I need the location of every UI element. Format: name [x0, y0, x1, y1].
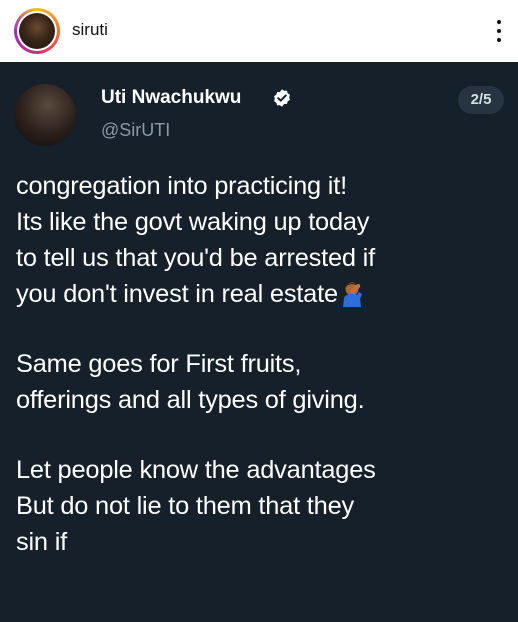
tweet-text: congregation into practicing it! Its lik…	[16, 168, 511, 560]
tweet-line-text: you don't invest in real estate	[16, 280, 338, 308]
verified-badge-icon	[274, 89, 290, 107]
tweet-author-name[interactable]: Uti Nwachukwu	[101, 87, 241, 109]
more-dot	[497, 20, 501, 24]
tweet-line: sin if	[16, 528, 68, 556]
tweet-card: Uti Nwachukwu @SirUTI 2/5 congregation i…	[0, 62, 518, 622]
post-header: siruti	[0, 0, 518, 62]
more-vertical-icon[interactable]	[494, 16, 504, 46]
tweet-line-with-emoji: you don't invest in real estate	[16, 276, 511, 312]
tweet-line: to tell us that you'd be arrested if	[16, 244, 375, 272]
tweet-line: Its like the govt waking up today	[16, 208, 370, 236]
tweet-line: Let people know the advantages	[16, 456, 376, 484]
more-dot	[497, 29, 501, 33]
post-username[interactable]: siruti	[72, 20, 108, 40]
profile-avatar[interactable]	[14, 8, 60, 54]
tweet-author-handle[interactable]: @SirUTI	[101, 120, 170, 141]
tweet-line: But do not lie to them that they	[16, 492, 354, 520]
avatar-photo	[19, 13, 55, 49]
tweet-line: Same goes for First fruits,	[16, 350, 302, 378]
thread-page-indicator: 2/5	[458, 86, 504, 114]
tweet-line: congregation into practicing it!	[16, 172, 347, 200]
more-dot	[497, 38, 501, 42]
facepalm-emoji-icon	[342, 282, 362, 307]
tweet-author-avatar[interactable]	[14, 84, 76, 146]
tweet-line: offerings and all types of giving.	[16, 386, 365, 414]
